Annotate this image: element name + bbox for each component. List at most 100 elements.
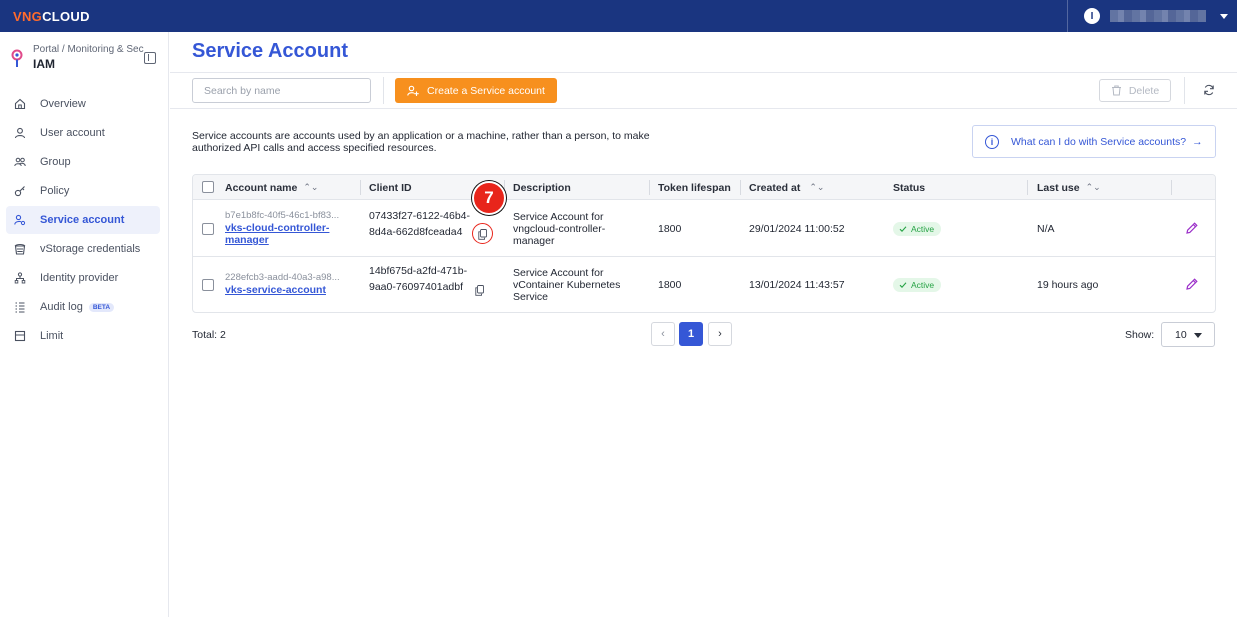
vng-cloud-logo[interactable]: VNGCLOUD — [13, 9, 90, 24]
sidebar-item-service-account[interactable]: Service account — [6, 206, 160, 234]
trash-icon — [1111, 85, 1121, 96]
identity-provider-icon — [14, 272, 26, 284]
sidebar-item-policy[interactable]: Policy — [6, 177, 160, 205]
check-icon — [899, 282, 907, 288]
add-user-icon — [407, 85, 419, 96]
create-button-label: Create a Service account — [427, 84, 545, 97]
description: Service Account for vContainer Kubernete… — [513, 267, 620, 303]
column-header-account-name[interactable]: Account name ⌃⌄ — [225, 175, 318, 200]
token-lifespan: 1800 — [658, 223, 682, 235]
sidebar-item-audit-log[interactable]: Audit log BETA — [6, 293, 160, 321]
column-header-label: Description — [513, 181, 571, 194]
beta-badge: BETA — [88, 302, 115, 312]
client-id-line: 07433f27-6122-46b4- — [369, 210, 471, 222]
column-header-label: Status — [893, 181, 926, 194]
edit-icon[interactable] — [1185, 277, 1199, 291]
create-service-account-button[interactable]: Create a Service account — [395, 78, 557, 103]
row-checkbox[interactable] — [202, 223, 214, 235]
description-line: Service Account for — [513, 267, 604, 279]
select-all-checkbox[interactable] — [202, 181, 214, 193]
page-title: Service Account — [192, 40, 348, 62]
column-header-last-use[interactable]: Last use ⌃⌄ — [1037, 175, 1101, 200]
sidebar-item-label: Limit — [40, 330, 64, 342]
sidebar-item-vstorage-credentials[interactable]: vStorage credentials — [6, 235, 160, 263]
column-header-label: Created at — [749, 181, 801, 194]
description-line: manager — [513, 235, 555, 247]
sidebar-header: Portal / Monitoring & Sec IAM — [0, 32, 168, 80]
chevron-right-icon: › — [718, 328, 722, 340]
row-checkbox[interactable] — [202, 279, 214, 291]
prev-page-button[interactable]: ‹ — [651, 322, 675, 346]
description-line: Service — [513, 291, 549, 303]
column-header-label: Client ID — [369, 181, 412, 194]
column-header-created-at[interactable]: Created at ⌃⌄ — [749, 175, 824, 200]
home-icon — [14, 98, 26, 110]
copy-icon[interactable] — [475, 285, 484, 296]
sidebar-item-identity-provider[interactable]: Identity provider — [6, 264, 160, 292]
account-id: 228efcb3-aadd-40a3-a98... — [225, 272, 340, 283]
avatar: I — [1084, 8, 1100, 24]
divider — [1184, 77, 1185, 104]
delete-button[interactable]: Delete — [1099, 79, 1171, 102]
service-accounts-help-link[interactable]: i What can I do with Service accounts? → — [972, 125, 1216, 158]
column-divider — [740, 180, 741, 195]
user-menu[interactable]: I — [1067, 0, 1237, 32]
sort-icon[interactable]: ⌃⌄ — [809, 182, 824, 193]
created-at: 29/01/2024 11:00:52 — [749, 223, 845, 235]
last-use: N/A — [1037, 223, 1055, 235]
sort-icon[interactable]: ⌃⌄ — [303, 182, 318, 193]
logo-suffix: CLOUD — [42, 8, 90, 24]
sidebar-item-label: Overview — [40, 98, 86, 110]
description-line: vngcloud-controller- — [513, 223, 606, 235]
account-name-line: vks-cloud-controller- — [225, 222, 330, 234]
description-line: vContainer Kubernetes — [513, 279, 621, 291]
refresh-icon — [1204, 84, 1214, 96]
sort-icon[interactable]: ⌃⌄ — [1086, 182, 1101, 193]
main-content: Service Account Create a Service account… — [170, 32, 1237, 617]
client-id-line: 14bf675d-a2fd-471b- — [369, 265, 468, 277]
logo-prefix: VNG — [13, 8, 43, 24]
refresh-button[interactable] — [1201, 82, 1217, 98]
delete-button-label: Delete — [1128, 84, 1160, 97]
copy-highlight-ring — [472, 223, 493, 244]
page-button[interactable]: 1 — [679, 322, 703, 346]
account-name-line: vks-service-account — [225, 284, 326, 296]
top-bar: VNGCLOUD I — [0, 0, 1237, 32]
sidebar-item-limit[interactable]: Limit — [6, 322, 160, 350]
search-input[interactable] — [192, 78, 371, 103]
column-divider — [360, 180, 361, 195]
column-divider — [649, 180, 650, 195]
last-use: 19 hours ago — [1037, 279, 1099, 291]
status-badge: Active — [893, 278, 942, 292]
account-id: b7e1b8fc-40f5-46c1-bf83... — [225, 210, 340, 221]
sidebar-item-label: User account — [40, 127, 105, 139]
intro-text: Service accounts are accounts used by an… — [192, 130, 692, 154]
total-count: Total: 2 — [192, 329, 226, 341]
sidebar-item-group[interactable]: Group — [6, 148, 160, 176]
storage-icon — [14, 243, 26, 255]
description-line: Service Account for — [513, 211, 604, 223]
account-name-link[interactable]: vks-service-account — [225, 284, 326, 296]
group-icon — [14, 156, 26, 168]
breadcrumb[interactable]: Portal / Monitoring & Sec — [33, 44, 145, 55]
sidebar-item-label: Audit log — [40, 301, 83, 313]
edit-icon[interactable] — [1185, 221, 1199, 235]
sidebar-item-overview[interactable]: Overview — [6, 90, 160, 118]
service-account-icon — [14, 214, 26, 226]
client-id: 07433f27-6122-46b4- 8d4a-662d8fceada4 — [369, 210, 470, 238]
account-name-link[interactable]: vks-cloud-controller- manager — [225, 222, 329, 246]
client-id: 14bf675d-a2fd-471b- 9aa0-76097401adbf — [369, 265, 467, 293]
sidebar-item-user-account[interactable]: User account — [6, 119, 160, 147]
table-header: Account name ⌃⌄ Client ID Description Tok… — [193, 175, 1215, 200]
next-page-button[interactable]: › — [708, 322, 732, 346]
column-header-label: Account name — [225, 181, 298, 194]
chevron-down-icon — [1220, 13, 1228, 19]
username-redacted — [1110, 10, 1206, 22]
client-id-line: 8d4a-662d8fceada4 — [369, 226, 463, 238]
column-header-client-id: Client ID — [369, 175, 412, 200]
sidebar-item-label: vStorage credentials — [40, 243, 141, 255]
iam-logo-icon — [11, 49, 23, 67]
collapse-sidebar-icon[interactable] — [144, 52, 156, 64]
page-size-select[interactable]: 10 — [1161, 322, 1215, 347]
column-header-label: Token lifespan — [658, 181, 731, 194]
